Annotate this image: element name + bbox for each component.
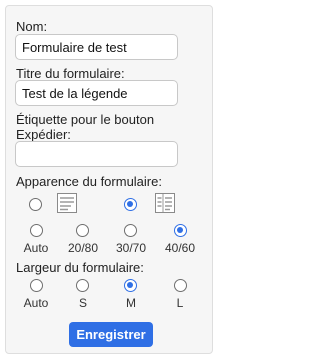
name-input[interactable] [15, 34, 178, 60]
appearance-option-auto-label: Auto [23, 241, 49, 255]
width-radio-l[interactable] [174, 279, 187, 292]
width-option-m-label: M [126, 296, 136, 310]
width-option-auto-label: Auto [23, 296, 49, 310]
layout-20-80-icon [57, 193, 77, 213]
width-radio-s[interactable] [76, 279, 89, 292]
appearance-radio-30-70[interactable] [124, 224, 137, 237]
width-option-l-label: L [176, 296, 184, 310]
title-label: Titre du formulaire: [16, 66, 125, 81]
appearance-option-40-60-label: 40/60 [164, 241, 196, 255]
width-radio-auto[interactable] [30, 279, 43, 292]
width-radio-m[interactable] [124, 279, 137, 292]
submit-label-input[interactable] [15, 141, 178, 167]
width-option-s-label: S [78, 296, 87, 310]
title-input[interactable] [15, 80, 178, 106]
width-label: Largeur du formulaire: [16, 260, 144, 275]
appearance-radio-20-80[interactable] [76, 224, 89, 237]
submit-label-line1: Étiquette pour le bouton [16, 112, 155, 127]
appearance-radio-top-3[interactable] [124, 198, 137, 211]
appearance-radio-auto[interactable] [30, 224, 43, 237]
layout-40-60-icon [155, 193, 175, 213]
submit-label-line2: Expédier: [16, 127, 71, 142]
appearance-label: Apparence du formulaire: [16, 174, 162, 189]
name-label: Nom: [16, 19, 48, 34]
save-button[interactable]: Enregistrer [69, 322, 153, 347]
appearance-option-30-70-label: 30/70 [115, 241, 147, 255]
appearance-radio-40-60[interactable] [174, 224, 187, 237]
appearance-radio-top-1[interactable] [29, 198, 42, 211]
appearance-option-20-80-label: 20/80 [67, 241, 99, 255]
